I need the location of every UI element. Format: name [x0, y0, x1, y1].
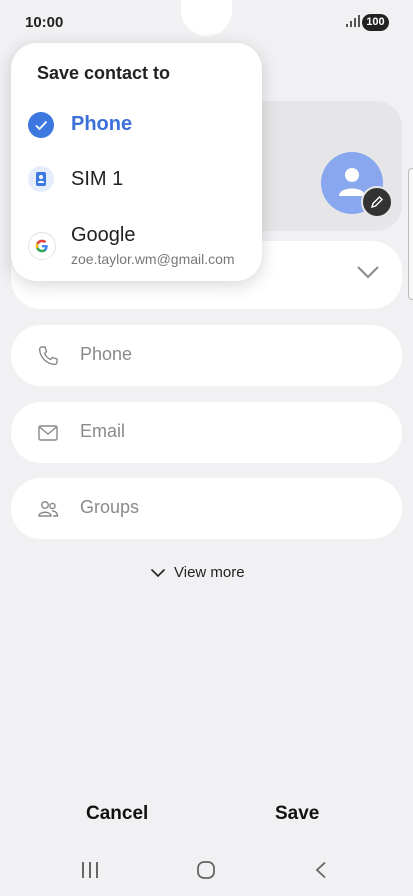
view-more-label: View more — [174, 564, 245, 581]
scroll-handle[interactable] — [408, 168, 413, 300]
mail-icon — [38, 425, 58, 441]
option-label: SIM 1 — [71, 168, 124, 190]
sim-contact-icon — [28, 166, 54, 192]
option-label: Phone — [71, 113, 133, 135]
phone-field[interactable]: Phone — [11, 325, 402, 386]
camera-notch — [181, 0, 232, 36]
edit-photo-button[interactable] — [361, 186, 393, 218]
home-icon[interactable] — [196, 860, 216, 880]
google-icon — [28, 232, 56, 260]
email-placeholder: Email — [80, 421, 126, 441]
email-field[interactable]: Email — [11, 402, 402, 463]
option-label: Google — [71, 224, 136, 246]
save-contact-to-menu: Save contact to Phone SIM 1 Google zoe.t… — [11, 43, 262, 281]
groups-icon — [38, 501, 59, 517]
google-account-email: zoe.taylor.wm@gmail.com — [71, 251, 235, 267]
chevron-down-icon[interactable] — [356, 265, 380, 279]
back-icon[interactable] — [314, 861, 328, 879]
save-button[interactable]: Save — [275, 803, 319, 825]
recent-apps-icon[interactable] — [80, 861, 100, 879]
battery-icon: 100 — [362, 14, 389, 31]
view-more-button[interactable]: View more — [150, 564, 245, 581]
menu-title: Save contact to — [37, 63, 171, 83]
cancel-button[interactable]: Cancel — [86, 803, 148, 825]
signal-icon — [346, 15, 360, 27]
phone-icon — [38, 346, 58, 366]
chevron-down-icon — [150, 568, 166, 577]
check-icon — [28, 112, 54, 138]
groups-field[interactable]: Groups — [11, 478, 402, 539]
groups-placeholder: Groups — [80, 497, 140, 517]
phone-placeholder: Phone — [80, 344, 133, 364]
pencil-icon — [370, 196, 383, 209]
status-time: 10:00 — [25, 14, 64, 31]
